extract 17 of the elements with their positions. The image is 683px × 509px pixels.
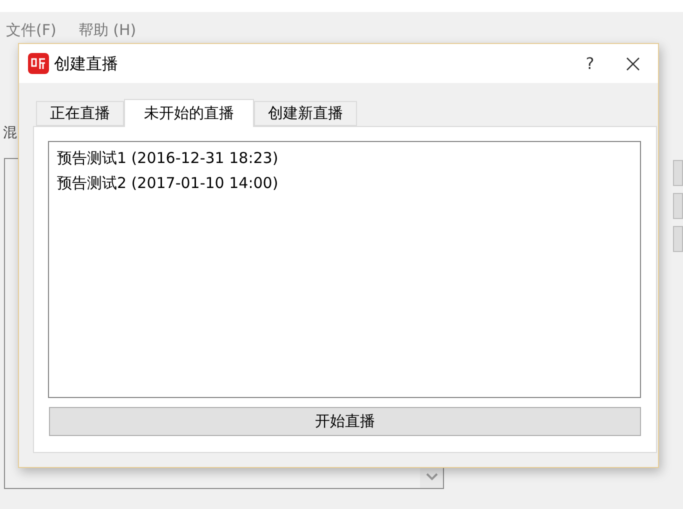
chevron-icon xyxy=(426,472,438,480)
tab[interactable]: 正在直播 xyxy=(36,101,124,126)
window-title: 创建直播 xyxy=(54,52,118,74)
help-button[interactable]: ? xyxy=(570,44,610,83)
start-live-button[interactable]: 开始直播 xyxy=(49,407,641,436)
menu-item[interactable]: 文件(F) xyxy=(6,19,56,42)
menu-item[interactable]: 帮助 (H) xyxy=(78,19,136,42)
app-logo-icon xyxy=(28,53,49,74)
side-button[interactable] xyxy=(673,160,683,186)
list-item[interactable]: 预告测试1 (2016-12-31 18:23) xyxy=(57,146,640,171)
tab[interactable]: 创建新直播 xyxy=(254,101,357,126)
panel-label: 混 xyxy=(3,126,17,140)
tab[interactable]: 未开始的直播 xyxy=(124,99,254,127)
close-icon xyxy=(626,56,640,70)
side-button[interactable] xyxy=(673,193,683,219)
list-item[interactable]: 预告测试2 (2017-01-10 14:00) xyxy=(57,171,640,196)
side-button[interactable] xyxy=(673,226,683,252)
